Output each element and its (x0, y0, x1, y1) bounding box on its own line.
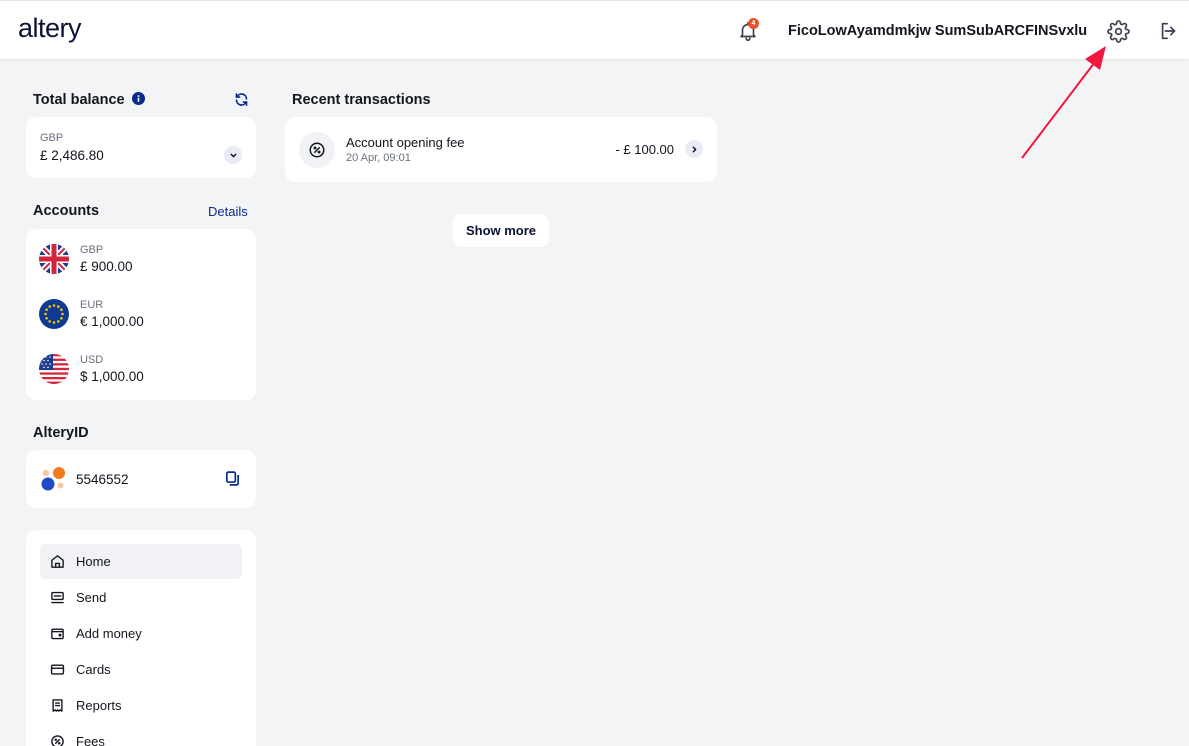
logout-icon (1161, 22, 1176, 40)
total-balance-title: Total balance (33, 92, 145, 108)
show-more-button[interactable]: Show more (453, 214, 549, 247)
altery-id-value: 5546552 (76, 472, 129, 487)
accounts-title: Accounts (33, 203, 100, 219)
nav-item-label: Add money (76, 626, 142, 641)
transaction-amount: - £ 100.00 (615, 142, 674, 157)
altery-logo[interactable]: altery (18, 13, 82, 44)
transaction-name: Account opening fee (346, 135, 465, 150)
accounts-card: GBP £ 900.00 EUR € 1,000.00 USD $ 1,000.… (26, 229, 256, 400)
chevron-right-icon (692, 146, 696, 152)
receipt-icon (52, 699, 63, 712)
account-row-eur[interactable]: EUR € 1,000.00 (26, 296, 256, 341)
nav-item-label: Reports (76, 698, 122, 713)
altery-id-logo-icon (41, 467, 65, 491)
info-icon[interactable] (131, 92, 145, 105)
balance-currency: GBP (40, 132, 64, 144)
card-icon (50, 664, 65, 675)
transaction-open-button[interactable] (685, 140, 703, 158)
account-row-usd[interactable]: USD $ 1,000.00 (26, 351, 256, 396)
eu-flag-icon (39, 299, 69, 329)
us-flag-icon (39, 354, 69, 384)
nav-item-home[interactable]: Home (40, 544, 242, 579)
nav-item-send[interactable]: Send (40, 580, 242, 615)
refresh-icon (235, 93, 248, 106)
uk-flag-icon (39, 244, 69, 274)
transaction-row[interactable]: Account opening fee 20 Apr, 09:01 - £ 10… (285, 117, 717, 182)
copy-icon (225, 471, 240, 486)
account-amount: € 1,000.00 (80, 314, 144, 329)
transaction-date: 20 Apr, 09:01 (346, 152, 411, 164)
total-balance-card[interactable]: GBP £ 2,486.80 (26, 117, 256, 178)
nav-item-cards[interactable]: Cards (40, 652, 242, 687)
copy-id-button[interactable] (224, 470, 242, 488)
account-currency: USD (80, 354, 104, 366)
top-header: altery 4 FicoLowAyamdmkjw SumSubARCFINSv… (0, 0, 1189, 59)
altery-id-card: 5546552 (26, 450, 256, 508)
send-icon (51, 591, 64, 604)
refresh-balance-button[interactable] (234, 92, 250, 108)
notifications-button[interactable]: 4 (737, 18, 761, 44)
nav-item-reports[interactable]: Reports (40, 688, 242, 723)
altery-id-title: AlteryID (33, 425, 89, 441)
fee-percent-icon (309, 142, 325, 158)
home-icon (51, 555, 64, 568)
account-currency: EUR (80, 299, 104, 311)
recent-transactions-title: Recent transactions (292, 92, 431, 108)
balance-expand-button[interactable] (224, 146, 242, 164)
notification-count-badge: 4 (748, 18, 759, 29)
nav-item-add-money[interactable]: Add money (40, 616, 242, 651)
nav-item-label: Fees (76, 734, 105, 746)
account-row-gbp[interactable]: GBP £ 900.00 (26, 241, 256, 286)
nav-item-label: Home (76, 554, 111, 569)
settings-button[interactable] (1107, 20, 1130, 43)
accounts-details-link[interactable]: Details (208, 204, 248, 219)
account-amount: £ 900.00 (80, 259, 133, 274)
nav-item-fees[interactable]: Fees (40, 724, 242, 746)
account-amount: $ 1,000.00 (80, 369, 144, 384)
account-currency: GBP (80, 244, 104, 256)
nav-item-label: Send (76, 590, 107, 605)
total-balance-label: Total balance (33, 92, 125, 108)
balance-amount: £ 2,486.80 (40, 148, 104, 163)
percent-icon (51, 735, 64, 746)
wallet-icon (51, 628, 64, 640)
nav-item-label: Cards (76, 662, 111, 677)
navigation-menu: Home Send Add money Cards Reports Fees (26, 530, 256, 746)
chevron-down-icon (230, 153, 236, 157)
user-name[interactable]: FicoLowAyamdmkjw SumSubARCFINSvxlu (788, 23, 1087, 39)
transaction-type-badge (299, 132, 335, 168)
gear-icon (1107, 20, 1130, 43)
logout-button[interactable] (1158, 20, 1180, 42)
